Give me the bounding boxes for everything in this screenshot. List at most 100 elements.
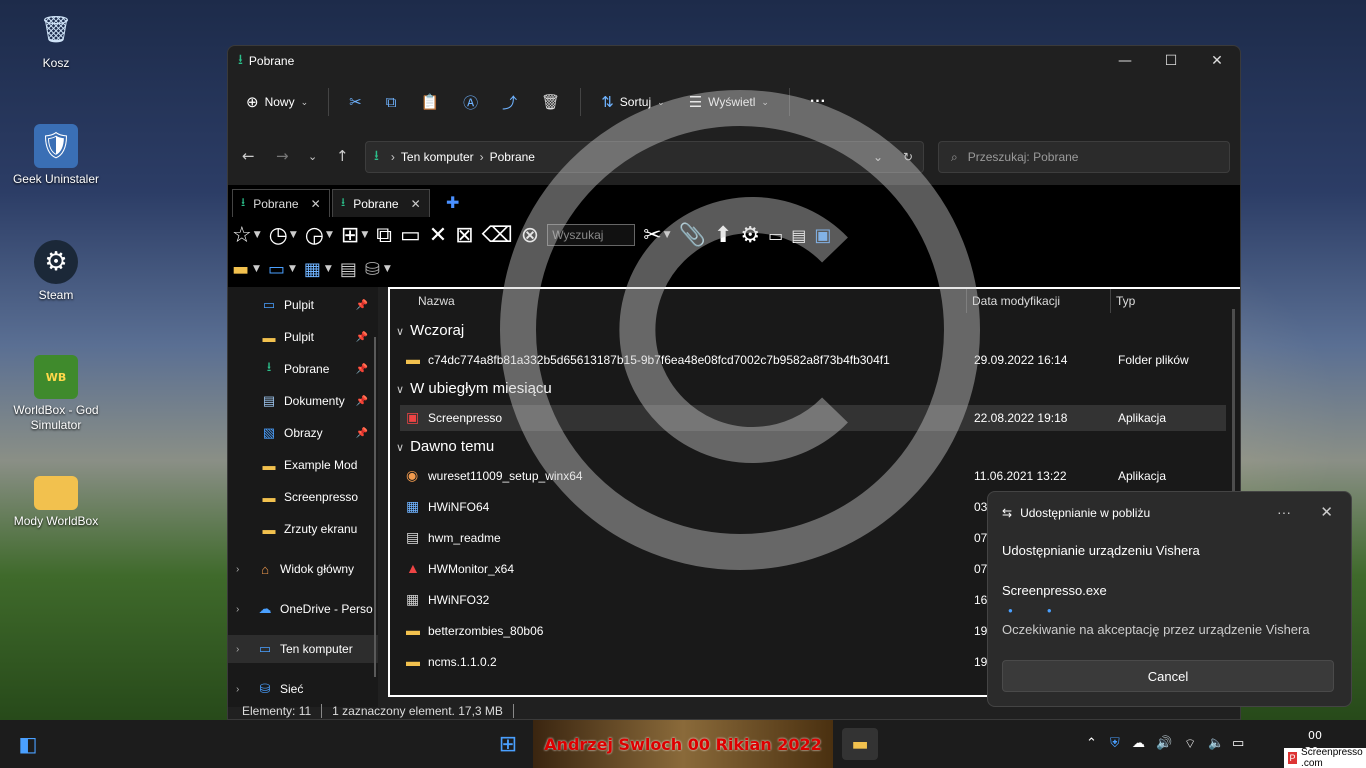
column-date[interactable]: Data modyfikacji bbox=[972, 294, 1060, 308]
monitor-icon[interactable]: ▭ bbox=[268, 259, 285, 280]
cloud-icon[interactable]: ☁ bbox=[1132, 736, 1145, 751]
chevron-down-icon[interactable]: ▼ bbox=[325, 264, 332, 274]
clock-icon[interactable]: ◷ bbox=[269, 223, 288, 248]
close-icon[interactable]: ✕ bbox=[1320, 503, 1333, 521]
recent-button[interactable]: ⌄ bbox=[308, 150, 317, 163]
terminal-icon[interactable]: ▤ bbox=[340, 259, 357, 280]
volume-icon[interactable]: 🔊 bbox=[1156, 736, 1172, 751]
column-name[interactable]: Nazwa bbox=[418, 294, 455, 308]
chevron-right-icon[interactable]: › bbox=[236, 684, 250, 695]
desktop-icon-recycle-bin[interactable]: 🗑 Kosz bbox=[8, 8, 104, 71]
file-row[interactable]: ▣ Screenpresso 22.08.2022 19:18 Aplikacj… bbox=[400, 405, 1226, 431]
breadcrumb-downloads[interactable]: Pobrane bbox=[490, 150, 535, 164]
close-button[interactable]: ✕ bbox=[1194, 46, 1240, 76]
up-button[interactable]: ↑ bbox=[336, 147, 349, 165]
preview-pane-icon[interactable]: ▤ bbox=[791, 226, 806, 245]
group-header-yesterday[interactable]: ∨ Wczoraj bbox=[396, 322, 464, 339]
nav-scrollbar[interactable] bbox=[374, 337, 376, 677]
nav-item-desktop-folder[interactable]: ▬ Pulpit 📌 bbox=[228, 323, 378, 351]
chevron-right-icon[interactable]: › bbox=[236, 564, 250, 575]
address-bar[interactable]: ⭳ › Ten komputer › Pobrane ⌄ ↻ bbox=[365, 141, 924, 173]
nav-item-this-pc[interactable]: › ▭ Ten komputer bbox=[228, 635, 378, 663]
gear-icon[interactable]: ⚙ bbox=[740, 223, 760, 248]
file-explorer-taskbar-icon[interactable]: ▬ bbox=[842, 728, 878, 760]
nav-item-network[interactable]: › ⛁ Sieć bbox=[228, 675, 378, 703]
delete-button[interactable]: 🗑 bbox=[531, 86, 570, 118]
window-icon[interactable]: ▭ bbox=[400, 223, 421, 248]
tab-downloads-1[interactable]: ⭳ Pobrane ✕ bbox=[232, 189, 330, 217]
column-divider[interactable] bbox=[1110, 289, 1111, 313]
breadcrumb-this-pc[interactable]: Ten komputer bbox=[401, 150, 474, 164]
close-window-icon[interactable]: ⊠ bbox=[455, 223, 473, 248]
sort-button[interactable]: ⇅ Sortuj ⌄ bbox=[591, 86, 674, 118]
rename-button[interactable]: Ⓐ bbox=[453, 86, 488, 118]
search-input[interactable]: ⌕ Przeszukaj: Pobrane bbox=[938, 141, 1230, 173]
chevron-down-icon[interactable]: ▼ bbox=[384, 264, 391, 274]
history-icon[interactable]: ◶ bbox=[305, 223, 324, 248]
cancel-button[interactable]: Cancel bbox=[1002, 660, 1334, 692]
wifi-icon[interactable]: ⌔ bbox=[1184, 736, 1196, 752]
add-tab-icon[interactable]: ✚ bbox=[446, 193, 459, 212]
close-icon[interactable]: ✕ bbox=[411, 197, 421, 211]
more-icon[interactable]: ··· bbox=[1277, 504, 1291, 520]
view-button[interactable]: ☰ Wyświetl ⌄ bbox=[679, 86, 779, 118]
column-divider[interactable] bbox=[966, 289, 967, 313]
group-header-long-ago[interactable]: ∨ Dawno temu bbox=[396, 438, 494, 455]
chevron-down-icon[interactable]: ▼ bbox=[326, 230, 333, 240]
star-icon[interactable]: ☆ bbox=[232, 223, 252, 248]
paste-button[interactable]: 📋 bbox=[410, 86, 449, 118]
copy-button[interactable]: ⧉ bbox=[376, 86, 407, 118]
quick-search-input[interactable]: Wyszukaj bbox=[547, 224, 636, 246]
nav-item-home[interactable]: › ⌂ Widok główny bbox=[228, 555, 378, 583]
forward-button[interactable]: → bbox=[276, 147, 289, 165]
network-drive-icon[interactable]: ⛁ bbox=[365, 259, 380, 280]
shield-icon[interactable]: ⛨ bbox=[1110, 736, 1120, 751]
share-button[interactable]: ⤴ bbox=[492, 86, 527, 118]
speaker-icon[interactable]: 🔈 bbox=[1208, 736, 1224, 751]
nav-item-pictures[interactable]: ▧ Obrazy 📌 bbox=[228, 419, 378, 447]
chevron-down-icon[interactable]: ▼ bbox=[290, 230, 297, 240]
nav-item-downloads[interactable]: ⭳ Pobrane 📌 bbox=[228, 355, 378, 383]
more-button[interactable]: ··· bbox=[800, 86, 836, 118]
file-row[interactable]: ◉ wureset11009_setup_winx64 11.06.2021 1… bbox=[400, 463, 1226, 489]
nav-item-documents[interactable]: ▤ Dokumenty 📌 bbox=[228, 387, 378, 415]
maximize-button[interactable]: ☐ bbox=[1148, 46, 1194, 76]
nav-item-onedrive[interactable]: › ☁ OneDrive - Perso bbox=[228, 595, 378, 623]
windows-icon[interactable]: ⊞ bbox=[341, 223, 359, 248]
nav-item-desktop[interactable]: ▭ Pulpit 📌 bbox=[228, 291, 378, 319]
paperclip-icon[interactable]: 📎 bbox=[679, 223, 706, 248]
group-header-last-month[interactable]: ∨ W ubiegłym miesiącu bbox=[396, 380, 552, 397]
window-cascade-icon[interactable]: ⧉ bbox=[376, 223, 392, 248]
nav-item-example-mod[interactable]: ▬ Example Mod bbox=[228, 451, 378, 479]
cut-button[interactable]: ✂ bbox=[339, 86, 372, 118]
chevron-down-icon[interactable]: ▼ bbox=[254, 230, 261, 240]
chevron-right-icon[interactable]: › bbox=[236, 644, 250, 655]
desktop-icon-worldbox[interactable]: WB WorldBox - God Simulator bbox=[8, 355, 104, 433]
backspace-icon[interactable]: ⌫ bbox=[482, 223, 513, 248]
chevron-up-icon[interactable]: ⌃ bbox=[1086, 736, 1097, 751]
desktop-icon-steam[interactable]: ⚙ Steam bbox=[8, 240, 104, 303]
clear-tag-icon[interactable]: ⊗ bbox=[521, 223, 539, 248]
tab-downloads-2[interactable]: ⭳ Pobrane ✕ bbox=[332, 189, 430, 217]
column-type[interactable]: Typ bbox=[1116, 294, 1135, 308]
new-button[interactable]: ⊕ Nowy ⌄ bbox=[236, 86, 318, 118]
scissors-icon[interactable]: ✂ bbox=[643, 223, 661, 248]
chevron-down-icon[interactable]: ▼ bbox=[253, 264, 260, 274]
nav-item-screenpresso[interactable]: ▬ Screenpresso bbox=[228, 483, 378, 511]
file-row[interactable]: ▬ c74dc774a8fb81a332b5d65613187b15-9b7f6… bbox=[400, 347, 1226, 373]
widgets-icon[interactable]: ◧ bbox=[14, 728, 42, 760]
desktop-icon-mody-worldbox[interactable]: Mody WorldBox bbox=[8, 470, 104, 529]
close-x-icon[interactable]: ✕ bbox=[429, 223, 447, 248]
back-button[interactable]: ← bbox=[242, 147, 255, 165]
chevron-right-icon[interactable]: › bbox=[236, 604, 250, 615]
chevron-down-icon[interactable]: ▼ bbox=[664, 230, 671, 240]
close-icon[interactable]: ✕ bbox=[311, 197, 321, 211]
folder-icon[interactable]: ▬ bbox=[232, 259, 249, 280]
refresh-icon[interactable]: ↻ bbox=[903, 150, 913, 164]
start-icon[interactable]: ⊞ bbox=[494, 728, 522, 760]
control-panel-icon[interactable]: ▦ bbox=[304, 259, 321, 280]
battery-icon[interactable]: ▭ bbox=[1232, 736, 1244, 751]
desktop-icon-geek-uninstaller[interactable]: 🛡 Geek Uninstaler bbox=[8, 124, 104, 187]
details-pane-icon[interactable]: ▣ bbox=[814, 225, 831, 246]
chevron-down-icon[interactable]: ▼ bbox=[361, 230, 368, 240]
